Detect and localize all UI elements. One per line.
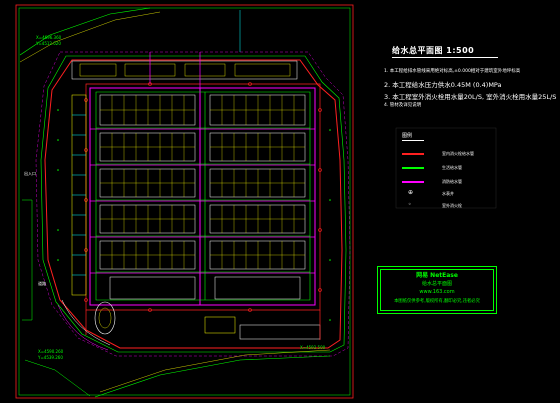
design-note: 1. 本工程给排水管线采用绝对标高,±0.000相对于建筑室外地坪标高 [384, 69, 521, 74]
site-plan-drawing [0, 0, 560, 403]
entrance-label: 出入口 [24, 171, 36, 176]
design-note: 3. 本工程室外消火栓用水量20L/S, 室外消火栓用水量25L/S [384, 93, 557, 101]
design-note: 4. 管材及详见说明 [384, 103, 422, 108]
legend-title: 图例 [402, 133, 413, 139]
stamp-copyright: 本图纸仅供参考,版权所有,翻印必究,违者必究 [394, 299, 480, 304]
stamp-brand: 网易 NetEase [416, 272, 458, 279]
legend-label: 生活给水管 [442, 165, 462, 170]
title-underline [392, 57, 498, 58]
coordinate-label: Y=4512.020 [36, 41, 61, 46]
legend-symbol-icon: ◦ [408, 201, 412, 208]
design-note: 2. 本工程给水压力供水0.45M (0.4)MPa [384, 81, 502, 89]
coordinate-label: X=4590.260 [38, 349, 64, 354]
legend-line-swatch [402, 167, 424, 169]
stamp-website: www.163.com [419, 289, 455, 295]
road-label: 道路 [38, 281, 46, 286]
legend-line-swatch [402, 153, 424, 155]
drawing-title: 给水总平面图 1:500 [392, 46, 475, 55]
title-block-stamp: 网易 NetEase 给水总平面图 www.163.com 本图纸仅供参考,版权… [377, 266, 497, 314]
legend-line-swatch [402, 181, 424, 183]
legend-label: 室内消火栓给水管 [442, 151, 474, 156]
coordinate-label: Y=4539.260 [38, 355, 63, 360]
legend-title-underline [402, 140, 424, 141]
legend-label: 消防给水管 [442, 179, 462, 184]
legend-symbol-icon: ⊕ [408, 189, 414, 196]
coordinate-label: X=4592.500 [300, 345, 326, 350]
legend-label: 室外消火栓 [442, 203, 462, 208]
coordinate-label: X=4696.360 [36, 35, 62, 40]
legend-label: 水表井 [442, 191, 454, 196]
stamp-drawing-name: 给水总平面图 [421, 281, 452, 287]
